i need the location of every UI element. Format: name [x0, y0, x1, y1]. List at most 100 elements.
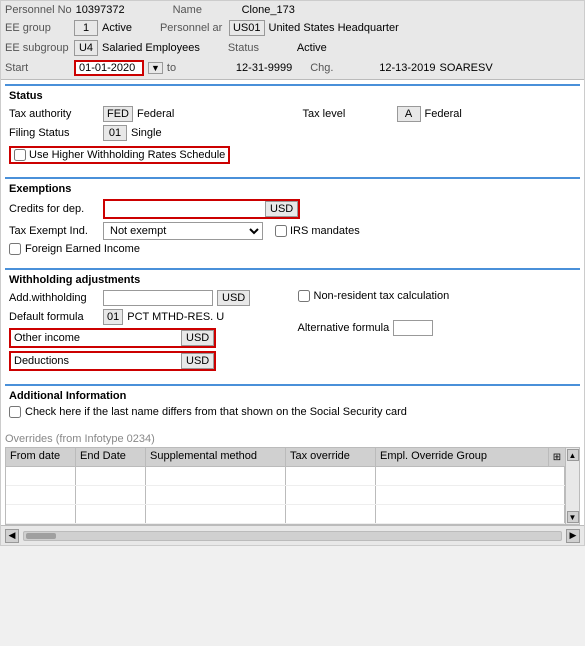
personnel-no-value: 10397372 [76, 4, 125, 16]
alternative-formula-row: Alternative formula [298, 320, 577, 336]
ee-subgroup-label: EE subgroup [5, 42, 70, 54]
ee-subgroup-pair: EE subgroup U4 Salaried Employees [5, 40, 200, 56]
ee-subgroup-value: Salaried Employees [102, 42, 200, 54]
alternative-formula-label: Alternative formula [298, 322, 390, 334]
status-label: Status [228, 42, 293, 54]
deductions-label: Deductions [11, 354, 101, 368]
check-last-name-row: Check here if the last name differs from… [9, 406, 576, 418]
scroll-right-btn[interactable]: ▶ [566, 529, 580, 543]
personnel-ar-label: Personnel ar [160, 22, 225, 34]
grid-row-2[interactable] [6, 486, 565, 505]
chg-label: Chg. [310, 62, 375, 74]
alternative-formula-input[interactable] [393, 320, 433, 336]
additional-section-title: Additional Information [9, 390, 576, 402]
deductions-row: Deductions USD [9, 351, 288, 371]
start-label: Start [5, 62, 70, 74]
vscroll-up-btn[interactable]: ▲ [567, 449, 579, 461]
add-withholding-label: Add.withholding [9, 292, 99, 304]
horizontal-scrollbar[interactable] [23, 531, 562, 541]
tax-level-code: A [397, 106, 421, 122]
credits-dep-label: Credits for dep. [9, 203, 99, 215]
tax-authority-code: FED [103, 106, 133, 122]
tax-authority-value: Federal [137, 108, 174, 120]
tax-exempt-label: Tax Exempt Ind. [9, 225, 99, 237]
chg-date: 12-13-2019 [379, 62, 435, 74]
status-section: Status Tax authority FED Federal Filing … [5, 84, 580, 173]
credits-dep-row: Credits for dep. USD [9, 199, 576, 219]
name-label: Name [173, 4, 238, 16]
add-withholding-input[interactable] [103, 290, 213, 306]
withholding-section: Withholding adjustments Add.withholding … [5, 268, 580, 380]
tax-level-label: Tax level [303, 108, 393, 120]
to-label: to [167, 62, 232, 74]
other-income-input[interactable] [101, 330, 181, 346]
status-pair: Status Active [228, 40, 327, 56]
deductions-input[interactable] [101, 353, 181, 369]
add-withholding-currency: USD [217, 290, 250, 306]
add-withholding-row: Add.withholding USD [9, 290, 288, 306]
filing-status-label: Filing Status [9, 127, 99, 139]
non-resident-checkbox[interactable] [298, 290, 310, 302]
ee-group-value: Active [102, 22, 132, 34]
deductions-currency: USD [181, 353, 214, 369]
scrollbar-thumb [26, 533, 56, 539]
other-income-label: Other income [11, 331, 101, 345]
other-income-currency: USD [181, 330, 214, 346]
default-formula-code: 01 [103, 309, 123, 325]
personnel-no-label: Personnel No [5, 4, 72, 16]
personnel-ar-code: US01 [229, 20, 265, 36]
tax-authority-row: Tax authority FED Federal [9, 106, 283, 122]
personnel-ar-pair: Personnel ar US01 United States Headquar… [160, 20, 399, 36]
non-resident-label: Non-resident tax calculation [314, 290, 450, 302]
tax-level-row: Tax level A Federal [303, 106, 577, 122]
non-resident-row: Non-resident tax calculation [298, 290, 577, 302]
calendar-icon[interactable]: ▼ [148, 62, 163, 74]
grid-settings-icon[interactable]: ⊞ [549, 448, 565, 466]
scroll-left-btn[interactable]: ◀ [5, 529, 19, 543]
col-empl-override: Empl. Override Group [376, 448, 549, 466]
status-value: Active [297, 42, 327, 54]
other-income-row: Other income USD [9, 328, 288, 348]
personnel-ar-value: United States Headquarter [269, 22, 399, 34]
chg-value: SOARESV [439, 62, 492, 74]
credits-dep-input[interactable] [105, 201, 265, 217]
ee-group-label: EE group [5, 22, 70, 34]
check-last-name-checkbox[interactable] [9, 406, 21, 418]
col-tax-override: Tax override [286, 448, 376, 466]
filing-status-value: Single [131, 127, 162, 139]
grid-row-3[interactable] [6, 505, 565, 524]
foreign-earned-row: Foreign Earned Income [9, 243, 576, 255]
vscroll-down-btn[interactable]: ▼ [567, 511, 579, 523]
header-bar: Personnel No 10397372 Name Clone_173 EE … [1, 1, 584, 80]
start-pair: Start 01-01-2020 ▼ to 12-31-9999 [5, 60, 292, 76]
exemptions-section-title: Exemptions [9, 183, 576, 195]
use-higher-withholding-checkbox[interactable] [14, 149, 26, 161]
foreign-earned-checkbox[interactable] [9, 243, 21, 255]
use-higher-withholding-row: Use Higher Withholding Rates Schedule [9, 146, 576, 164]
grid-row-1[interactable] [6, 467, 565, 486]
foreign-earned-label: Foreign Earned Income [25, 243, 140, 255]
filing-status-code: 01 [103, 125, 127, 141]
col-from-date: From date [6, 448, 76, 466]
default-formula-label: Default formula [9, 311, 99, 323]
start-date-input[interactable]: 01-01-2020 [74, 60, 144, 76]
to-value: 12-31-9999 [236, 62, 292, 74]
tax-level-value: Federal [425, 108, 462, 120]
additional-section: Additional Information Check here if the… [5, 384, 580, 427]
col-end-date: End Date [76, 448, 146, 466]
default-formula-value: PCT MTHD-RES. U [127, 311, 224, 323]
chg-pair: Chg. 12-13-2019 SOARESV [310, 62, 492, 74]
use-higher-withholding-label: Use Higher Withholding Rates Schedule [29, 149, 225, 161]
status-section-title: Status [9, 90, 576, 102]
col-supplemental: Supplemental method [146, 448, 286, 466]
tax-exempt-select[interactable]: Not exempt [103, 222, 263, 240]
name-value: Clone_173 [242, 4, 295, 16]
irs-mandates-checkbox[interactable] [275, 225, 287, 237]
grid-header: From date End Date Supplemental method T… [6, 448, 565, 467]
name-pair: Name Clone_173 [173, 4, 295, 16]
exemptions-section: Exemptions Credits for dep. USD Tax Exem… [5, 177, 580, 264]
filing-status-row: Filing Status 01 Single [9, 125, 283, 141]
withholding-section-title: Withholding adjustments [9, 274, 576, 286]
ee-subgroup-code: U4 [74, 40, 98, 56]
main-container: Personnel No 10397372 Name Clone_173 EE … [0, 0, 585, 546]
